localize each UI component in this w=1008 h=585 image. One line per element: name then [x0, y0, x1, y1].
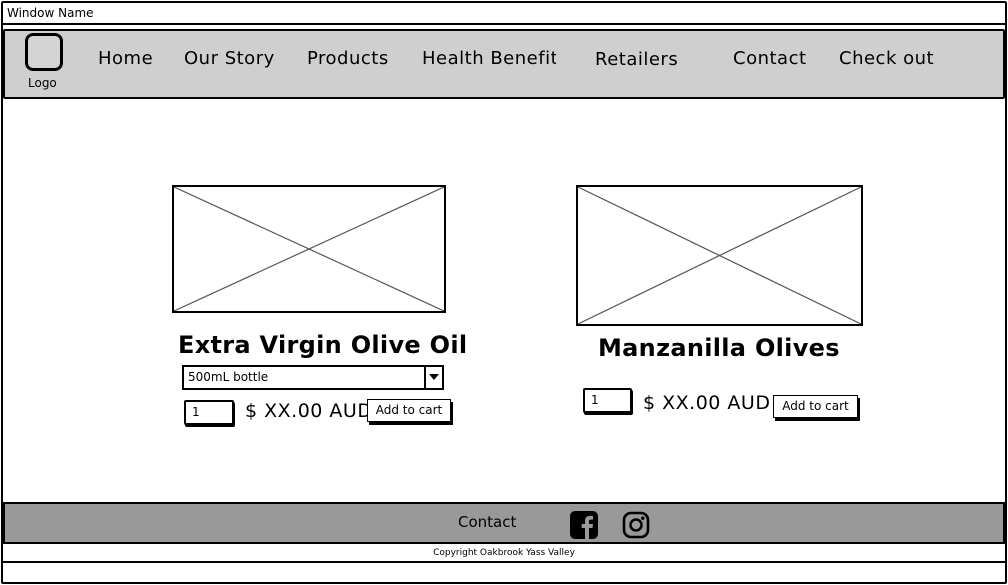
- size-select[interactable]: 500mL bottle: [182, 365, 444, 390]
- logo-label: Logo: [28, 76, 57, 90]
- nav-products[interactable]: Products: [307, 48, 389, 69]
- chevron-down-icon[interactable]: [424, 367, 442, 388]
- nav-health-benefits[interactable]: Health Benefits: [422, 48, 556, 69]
- window-title: Window Name: [3, 3, 1005, 25]
- product-image-placeholder: [172, 185, 446, 313]
- instagram-icon[interactable]: [622, 511, 650, 539]
- nav-home[interactable]: Home: [98, 48, 153, 69]
- logo-image[interactable]: [25, 33, 63, 71]
- top-nav: Logo Home Our Story Products Health Bene…: [3, 29, 1005, 99]
- footer-contact-link[interactable]: Contact: [458, 513, 516, 531]
- app-window: Window Name Logo Home Our Story Products…: [1, 1, 1007, 584]
- facebook-icon[interactable]: [570, 511, 598, 539]
- size-select-value: 500mL bottle: [188, 370, 269, 384]
- product-price: $ XX.00 AUD: [643, 392, 771, 414]
- product-title: Extra Virgin Olive Oil: [178, 331, 468, 359]
- product-image-placeholder: [576, 185, 863, 326]
- product-title: Manzanilla Olives: [598, 334, 840, 362]
- add-to-cart-button[interactable]: Add to cart: [773, 395, 858, 418]
- nav-our-story[interactable]: Our Story: [184, 48, 275, 69]
- product-price: $ XX.00 AUD: [245, 400, 373, 422]
- footer-bar: Contact: [3, 502, 1005, 544]
- nav-check-out[interactable]: Check out: [839, 48, 934, 69]
- add-to-cart-button[interactable]: Add to cart: [367, 399, 451, 422]
- nav-retailers[interactable]: Retailers: [595, 49, 678, 70]
- copyright-text: Copyright Oakbrook Yass Valley: [3, 544, 1005, 563]
- nav-contact[interactable]: Contact: [733, 48, 807, 69]
- quantity-input[interactable]: 1: [583, 388, 632, 413]
- quantity-input[interactable]: 1: [184, 400, 234, 425]
